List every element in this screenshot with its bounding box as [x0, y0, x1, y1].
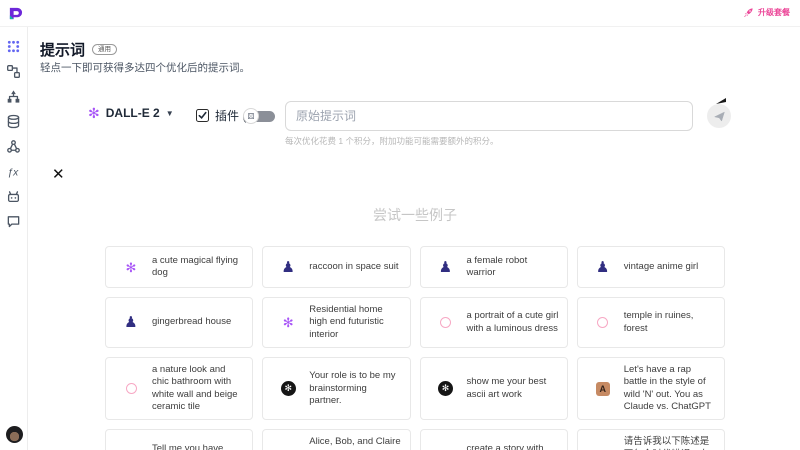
app-logo-icon[interactable] — [8, 6, 23, 21]
example-text: gingerbread house — [152, 316, 231, 328]
example-card[interactable]: a nature look and chic bathroom with whi… — [105, 357, 253, 420]
example-text: a female robot warrior — [467, 255, 559, 280]
check-icon — [198, 111, 207, 120]
pawn-indigo-icon: ♟ — [122, 315, 140, 330]
plugins-checkbox[interactable] — [196, 109, 209, 122]
example-text: 请告诉我以下陈述是否包含时代错误：在盟军轰炸硫磺岛海滩期间，拉尔夫大声.. — [624, 436, 716, 450]
example-text: Let's have a rap battle in the style of … — [624, 364, 716, 413]
example-card[interactable]: a portrait of a cute girl with a luminou… — [420, 297, 568, 348]
functions-icon — [6, 164, 21, 179]
example-text: temple in ruines, forest — [624, 310, 716, 335]
rocket-icon — [743, 7, 754, 18]
example-text: a nature look and chic bathroom with whi… — [152, 364, 244, 413]
page-title: 提示词 — [40, 39, 85, 60]
example-card[interactable]: ♟ raccoon in space suit — [262, 246, 410, 288]
hierarchy-icon — [6, 89, 21, 104]
database-icon — [6, 114, 21, 129]
arena-icon — [6, 189, 21, 204]
anthropic-icon: A — [594, 382, 612, 396]
sidebar-item-nodes[interactable] — [6, 139, 22, 154]
example-card[interactable]: ✻ show me your best ascii art work — [420, 357, 568, 420]
example-card[interactable]: temple in ruines, forest — [577, 297, 725, 348]
example-card[interactable]: ♟ a female robot warrior — [420, 246, 568, 288]
title-badge: 通用 — [92, 44, 117, 56]
controls-row: ✻ DALL-E 2 ▼ 插件 (2) ▼ ⚄ 每次优化花费 1 个积分，附加功… — [28, 101, 800, 135]
example-card[interactable]: A Alice, Bob, and Claire are playing a g… — [262, 429, 410, 450]
pawn-indigo-icon: ♟ — [594, 260, 612, 275]
openai-purple-icon: ✻ — [279, 316, 297, 329]
optimizer-icon — [6, 39, 21, 54]
top-header: 升级套餐 — [0, 0, 800, 27]
example-text: vintage anime girl — [624, 261, 698, 273]
main-content: 提示词 通用 轻点一下即可获得多达四个优化后的提示词。 ✻ DALL-E 2 ▼… — [28, 27, 800, 450]
example-text: Alice, Bob, and Claire are playing a gam… — [309, 436, 401, 450]
example-text: Your role is to be my brainstorming part… — [309, 370, 401, 407]
example-card[interactable]: ✻ a cute magical flying dog — [105, 246, 253, 288]
paper-plane-icon — [713, 110, 726, 123]
example-text: a portrait of a cute girl with a luminou… — [467, 310, 559, 335]
dice-icon[interactable]: ⚄ — [243, 108, 259, 124]
close-button[interactable]: ✕ — [52, 167, 65, 182]
example-text: Residential home high end futuristic int… — [309, 304, 401, 341]
example-card[interactable]: ♟ gingerbread house — [105, 297, 253, 348]
prompt-input[interactable] — [285, 101, 693, 131]
example-text: raccoon in space suit — [309, 261, 398, 273]
pawn-indigo-icon: ♟ — [279, 260, 297, 275]
app-window: 升级套餐 提示词 通用 轻点一下即可获得多达四个优化后的提示词。 ✻ DALL-… — [0, 0, 800, 450]
user-avatar[interactable] — [6, 426, 23, 443]
nodes-icon — [6, 139, 21, 154]
openai-black-icon: ✻ — [437, 381, 455, 396]
example-card[interactable]: A Let's have a rap battle in the style o… — [577, 357, 725, 420]
upgrade-plan-link[interactable]: 升级套餐 — [743, 7, 790, 18]
auto-optimize-toggle[interactable]: ⚄ — [243, 108, 275, 124]
pawn-indigo-icon: ♟ — [437, 260, 455, 275]
example-text: show me your best ascii art work — [467, 376, 559, 401]
example-card[interactable]: A Tell me you have boyfriend without tel… — [105, 429, 253, 450]
sidebar — [0, 27, 28, 450]
circle-pink-icon — [437, 317, 455, 328]
chevron-down-icon: ▼ — [166, 109, 174, 118]
upgrade-plan-label: 升级套餐 — [758, 7, 790, 18]
example-text: Tell me you have boyfriend without telli… — [152, 443, 244, 450]
example-card[interactable]: ♟ vintage anime girl — [577, 246, 725, 288]
openai-flower-icon: ✻ — [88, 106, 100, 120]
example-card[interactable]: ✻ Residential home high end futuristic i… — [262, 297, 410, 348]
send-button[interactable] — [704, 97, 734, 131]
credits-helper-text: 每次优化花费 1 个积分，附加功能可能需要额外的积分。 — [285, 135, 498, 147]
sidebar-item-flow[interactable] — [6, 64, 22, 79]
page-subtitle: 轻点一下即可获得多达四个优化后的提示词。 — [40, 60, 250, 75]
circle-pink-icon — [594, 317, 612, 328]
example-text: a cute magical flying dog — [152, 255, 244, 280]
examples-heading: 尝试一些例子 — [105, 205, 725, 225]
sidebar-item-optimizer[interactable] — [6, 39, 22, 54]
example-card[interactable]: ✻ create a story with only words less th… — [420, 429, 568, 450]
circle-pink-icon — [122, 383, 140, 394]
flow-icon — [6, 64, 21, 79]
examples-grid: ✻ a cute magical flying dog ♟ raccoon in… — [105, 246, 725, 450]
sidebar-item-arena[interactable] — [6, 189, 22, 204]
sidebar-nav — [6, 27, 22, 229]
sidebar-item-chat[interactable] — [6, 214, 22, 229]
openai-purple-icon: ✻ — [122, 261, 140, 274]
example-card[interactable]: ✻ Your role is to be my brainstorming pa… — [262, 357, 410, 420]
model-select-dropdown[interactable]: ✻ DALL-E 2 ▼ — [88, 106, 174, 120]
sidebar-item-database[interactable] — [6, 114, 22, 129]
example-card[interactable]: ✻ 请告诉我以下陈述是否包含时代错误：在盟军轰炸硫磺岛海滩期间，拉尔夫大声.. — [577, 429, 725, 450]
model-select-label: DALL-E 2 — [106, 106, 160, 120]
chat-icon — [6, 214, 21, 229]
sidebar-item-hierarchy[interactable] — [6, 89, 22, 104]
example-text: create a story with only words less than… — [467, 443, 559, 450]
sidebar-item-functions[interactable] — [6, 164, 22, 179]
openai-black-icon: ✻ — [279, 381, 297, 396]
